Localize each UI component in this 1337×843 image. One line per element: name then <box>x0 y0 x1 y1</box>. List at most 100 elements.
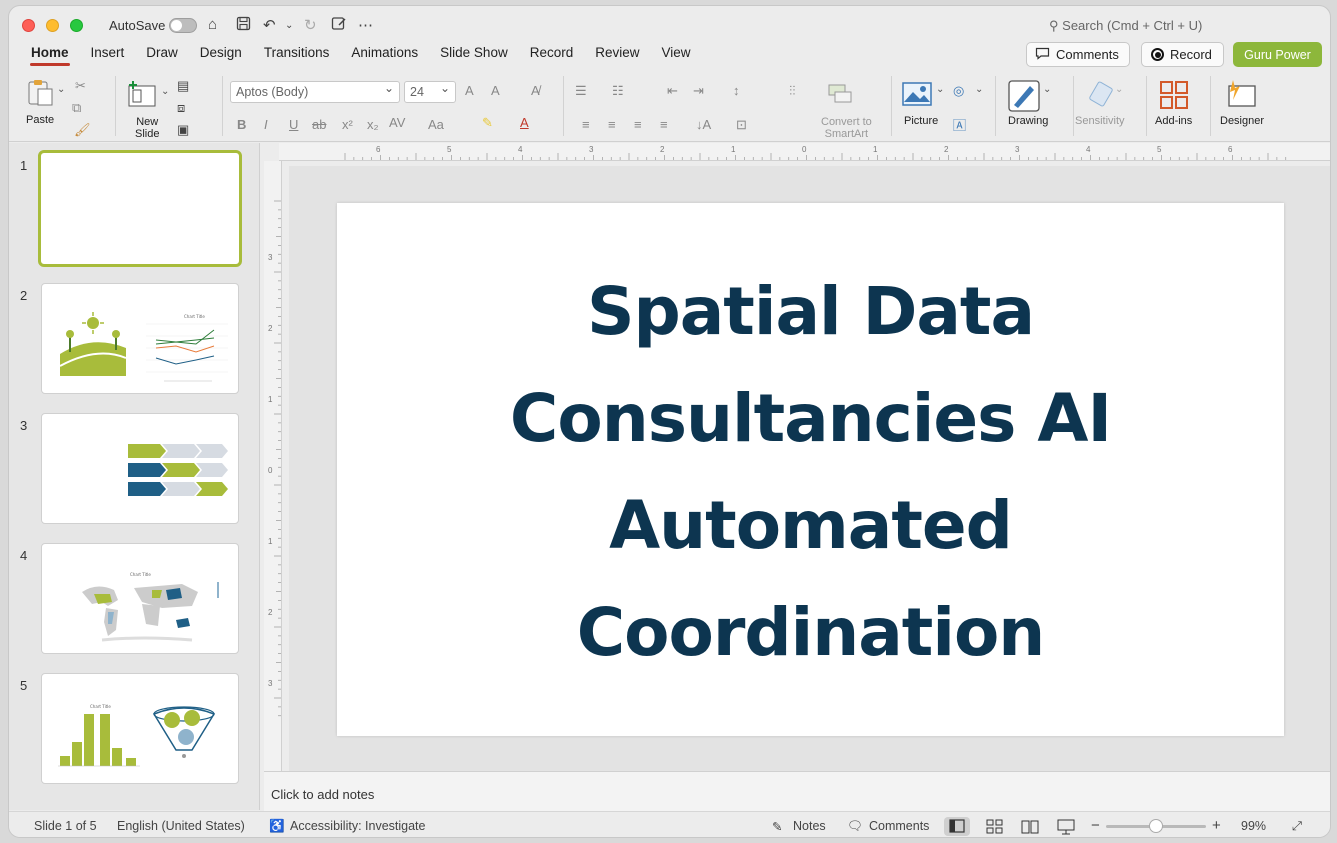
reset-icon[interactable]: ⧈ <box>177 100 185 116</box>
italic-icon[interactable]: I <box>264 117 268 132</box>
slide-thumbnail-4[interactable]: Chart Title <box>41 543 239 654</box>
language-indicator[interactable]: English (United States) <box>117 819 245 833</box>
picture-dropdown-icon[interactable]: ⌄ <box>936 84 944 95</box>
tab-insert[interactable]: Insert <box>80 44 136 68</box>
tab-view[interactable]: View <box>651 44 702 68</box>
notes-toggle[interactable]: Notes <box>793 819 826 833</box>
sensitivity-icon[interactable] <box>1089 80 1115 111</box>
align-left-icon[interactable]: ≡ <box>582 117 590 132</box>
align-center-icon[interactable]: ≡ <box>608 117 616 132</box>
paste-dropdown-icon[interactable]: ⌄ <box>57 84 65 95</box>
font-color-icon[interactable]: A <box>520 115 529 130</box>
align-right-icon[interactable]: ≡ <box>634 117 642 132</box>
numbering-icon[interactable]: ☷ <box>612 83 624 99</box>
subscript-icon[interactable]: x₂ <box>367 117 379 132</box>
tab-slide-show[interactable]: Slide Show <box>429 44 519 68</box>
tab-animations[interactable]: Animations <box>340 44 429 68</box>
shapes-icon[interactable]: ◎ <box>953 83 964 99</box>
smartart-icon[interactable] <box>827 83 855 108</box>
clear-format-icon[interactable]: A̸ <box>531 83 540 98</box>
undo-dropdown-icon[interactable]: ⌄ <box>285 20 293 31</box>
font-size-select[interactable]: 24 <box>404 81 456 103</box>
section-icon[interactable]: ▣ <box>177 122 189 138</box>
accessibility-icon[interactable]: ♿ <box>269 819 285 834</box>
line-spacing-icon[interactable]: ↕ <box>733 83 740 98</box>
close-window-button[interactable] <box>22 19 35 32</box>
drawing-dropdown-icon[interactable]: ⌄ <box>1043 84 1051 95</box>
drawing-icon[interactable] <box>1008 80 1040 115</box>
copy-icon[interactable]: ⧉ <box>72 100 81 116</box>
increase-indent-icon[interactable]: ⇥ <box>693 83 704 99</box>
notes-pane[interactable]: Click to add notes <box>264 771 1330 811</box>
new-slide-icon[interactable] <box>127 80 157 111</box>
search-field[interactable]: ⚲ Search (Cmd + Ctrl + U) <box>1049 18 1202 34</box>
minimize-window-button[interactable] <box>46 19 59 32</box>
undo-icon[interactable]: ↶ <box>263 16 276 34</box>
superscript-icon[interactable]: x² <box>342 117 353 132</box>
font-name-select[interactable]: Aptos (Body) <box>230 81 400 103</box>
tab-review[interactable]: Review <box>584 44 650 68</box>
more-icon[interactable]: ⋯ <box>358 16 373 34</box>
decrease-font-icon[interactable]: A <box>491 83 500 98</box>
tab-transitions[interactable]: Transitions <box>253 44 341 68</box>
shapes-dropdown-icon[interactable]: ⌄ <box>975 84 983 95</box>
justify-icon[interactable]: ≡ <box>660 117 668 132</box>
change-case-icon[interactable]: Aa <box>428 117 444 132</box>
home-icon[interactable]: ⌂ <box>208 16 217 33</box>
text-direction-icon[interactable]: ↓A <box>696 117 711 132</box>
character-spacing-icon[interactable]: AV <box>389 115 405 130</box>
reading-view-button[interactable] <box>1017 817 1043 836</box>
bold-icon[interactable]: B <box>237 117 246 132</box>
guru-power-button[interactable]: Guru Power <box>1233 42 1322 67</box>
bullets-icon[interactable]: ☰ <box>575 83 587 99</box>
tab-draw[interactable]: Draw <box>135 44 189 68</box>
columns-icon[interactable]: ⫶⫶ <box>789 83 796 99</box>
slide-thumbnail-2[interactable]: Chart Title <box>41 283 239 394</box>
new-slide-dropdown-icon[interactable]: ⌄ <box>161 86 169 97</box>
increase-font-icon[interactable]: A <box>465 83 474 98</box>
picture-icon[interactable] <box>902 82 932 109</box>
slide-show-view-button[interactable] <box>1053 817 1079 836</box>
slide-canvas[interactable]: Spatial Data Consultancies AI Automated … <box>289 166 1330 771</box>
slide-title[interactable]: Spatial Data Consultancies AI Automated … <box>337 258 1284 686</box>
comments-button[interactable]: Comments <box>1026 42 1130 67</box>
layout-icon[interactable]: ▤ <box>177 78 189 94</box>
customize-icon[interactable] <box>331 16 347 35</box>
cut-icon[interactable]: ✂ <box>75 78 86 94</box>
notes-icon[interactable]: ✎ <box>772 819 782 834</box>
comment-icon[interactable]: 🗨 <box>847 819 863 834</box>
align-text-icon[interactable]: ⊡ <box>736 117 747 133</box>
strikethrough-icon[interactable]: ab <box>312 117 326 132</box>
normal-view-button[interactable] <box>944 817 970 836</box>
format-painter-icon[interactable]: 🖌 <box>74 122 91 138</box>
addins-icon[interactable] <box>1159 80 1189 113</box>
slide-sorter-view-button[interactable] <box>982 817 1008 836</box>
zoom-slider-handle[interactable] <box>1149 819 1163 833</box>
zoom-window-button[interactable] <box>70 19 83 32</box>
fit-to-window-icon[interactable]: ⤢ <box>1292 819 1302 834</box>
sensitivity-dropdown-icon[interactable]: ⌄ <box>1115 84 1123 95</box>
designer-icon[interactable] <box>1225 78 1257 113</box>
paste-icon[interactable] <box>25 78 55 111</box>
redo-icon[interactable]: ↻ <box>304 16 317 34</box>
zoom-out-button[interactable]: − <box>1091 817 1100 834</box>
decrease-indent-icon[interactable]: ⇤ <box>667 83 678 99</box>
accessibility-status[interactable]: Accessibility: Investigate <box>290 819 425 833</box>
tab-home[interactable]: Home <box>20 44 80 68</box>
slide-thumbnail-5[interactable]: Chart Title <box>41 673 239 784</box>
slide-thumbnail-3[interactable] <box>41 413 239 524</box>
highlight-icon[interactable]: ✎ <box>482 115 493 131</box>
underline-icon[interactable]: U <box>289 117 298 132</box>
zoom-in-button[interactable]: + <box>1212 817 1221 834</box>
autosave-toggle[interactable] <box>169 18 197 33</box>
tab-design[interactable]: Design <box>189 44 253 68</box>
current-slide[interactable]: Spatial Data Consultancies AI Automated … <box>337 203 1284 736</box>
slide-thumbnail-panel[interactable]: 1 2 Chart Title 3 4 Chart Title 5 Chart … <box>9 143 260 810</box>
save-icon[interactable] <box>236 16 251 35</box>
text-box-icon[interactable]: 🄰 <box>953 115 966 134</box>
slide-thumbnail-1[interactable] <box>38 150 242 267</box>
zoom-level[interactable]: 99% <box>1241 819 1266 833</box>
tab-record[interactable]: Record <box>519 44 585 68</box>
comments-toggle[interactable]: Comments <box>869 819 929 833</box>
record-button[interactable]: Record <box>1141 42 1224 67</box>
